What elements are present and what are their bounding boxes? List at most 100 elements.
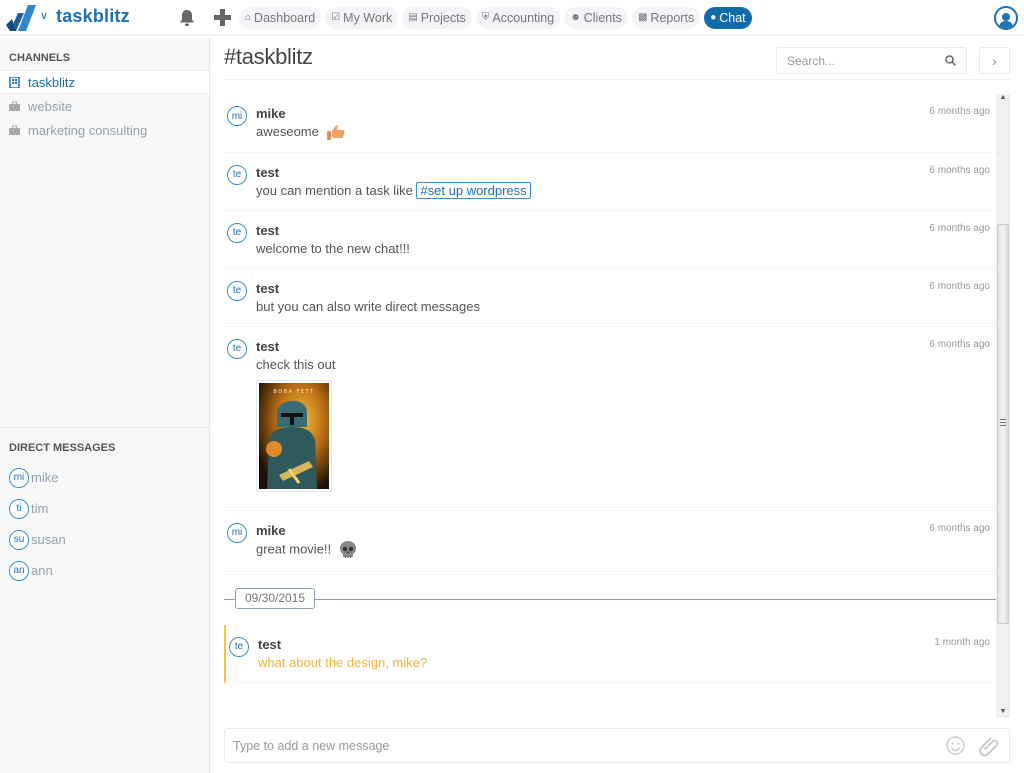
briefcase-icon xyxy=(9,125,20,135)
message-item: te test welcome to the new chat!!! 6 mon… xyxy=(224,211,996,269)
message-author[interactable]: test xyxy=(256,221,996,240)
message-author[interactable]: mike xyxy=(256,521,996,540)
channel-item-taskblitz[interactable]: taskblitz xyxy=(0,70,209,94)
message-composer-input[interactable]: Type to add a new message xyxy=(224,728,1010,763)
message-author[interactable]: test xyxy=(258,635,996,654)
channel-item-website[interactable]: website xyxy=(0,94,209,118)
message-author[interactable]: mike xyxy=(256,104,996,123)
message-item: mi mike aweseome 6 months ago xyxy=(224,94,996,153)
message-text: check this out xyxy=(256,356,336,372)
poster-title: BOBA FETT xyxy=(273,389,314,395)
avatar: te xyxy=(227,164,247,185)
message-text: welcome to the new chat!!! xyxy=(256,240,410,256)
user-icon xyxy=(999,13,1013,28)
channel-list: taskblitz website marketing consulting xyxy=(0,70,209,142)
message-time: 6 months ago xyxy=(929,222,990,234)
title-divider xyxy=(224,79,1010,80)
message-text: you can mention a task like #set up word… xyxy=(256,181,996,200)
direct-message-list: mi mike ti tim su susan an ann xyxy=(9,462,66,586)
boba-fett-poster-image: BOBA FETT xyxy=(259,382,329,489)
bar-chart-icon: ▩ xyxy=(637,12,648,23)
brand-name[interactable]: taskblitz xyxy=(56,6,130,27)
avatar: te xyxy=(227,222,247,243)
sidebar-divider xyxy=(0,427,209,428)
scrollbar-thumb[interactable] xyxy=(997,224,1009,624)
message-text: great movie!! xyxy=(256,540,996,560)
message-text: what about the design, mike? xyxy=(258,654,428,670)
avatar: an xyxy=(9,560,29,581)
avatar: mi xyxy=(9,467,29,488)
nav-dashboard[interactable]: ⌂ Dashboard xyxy=(239,7,322,29)
nav-projects[interactable]: ▤ Projects xyxy=(402,7,472,29)
message-time: 6 months ago xyxy=(929,280,990,292)
plus-icon[interactable] xyxy=(214,9,231,26)
message-item: te test but you can also write direct me… xyxy=(224,269,996,327)
avatar: mi xyxy=(227,522,247,543)
dm-item-mike[interactable]: mi mike xyxy=(9,462,66,493)
message-item: mi mike great movie!! 6 months ago xyxy=(224,511,996,575)
checkbox-icon: ☑ xyxy=(331,12,341,23)
building-icon xyxy=(9,76,20,88)
dm-item-ann[interactable]: an ann xyxy=(9,555,66,586)
image-attachment[interactable]: BOBA FETT xyxy=(256,379,332,492)
paperclip-icon[interactable] xyxy=(979,735,1001,757)
user-profile-button[interactable] xyxy=(994,6,1018,30)
composer-placeholder: Type to add a new message xyxy=(233,738,390,753)
users-icon: ☻ xyxy=(570,12,581,23)
channel-item-marketing-consulting[interactable]: marketing consulting xyxy=(0,118,209,142)
message-list-scrollbar[interactable]: ▲ ▼ xyxy=(996,94,1010,718)
message-time: 6 months ago xyxy=(929,522,990,534)
message-item-new: te test what about the design, mike? 1 m… xyxy=(224,624,996,683)
avatar: te xyxy=(227,338,247,359)
skull-emoji-icon xyxy=(339,540,356,558)
briefcase-icon xyxy=(9,101,20,111)
message-item: te test you can mention a task like #set… xyxy=(224,153,996,211)
message-time: 6 months ago xyxy=(929,338,990,350)
sidebar: CHANNELS taskblitz website marketing con… xyxy=(0,38,210,773)
chat-icon: ● xyxy=(710,12,717,23)
task-mention-link[interactable]: #set up wordpress xyxy=(416,181,531,199)
search-placeholder: Search... xyxy=(787,53,836,68)
bell-icon[interactable] xyxy=(179,9,195,27)
briefcase-icon: ▤ xyxy=(408,12,418,23)
emoji-picker-icon[interactable] xyxy=(946,736,965,755)
avatar: te xyxy=(229,636,249,657)
scroll-down-arrow-icon[interactable]: ▼ xyxy=(999,708,1007,716)
message-list[interactable]: mi mike aweseome 6 months ago te test yo… xyxy=(224,94,996,708)
brand-dropdown-chevron-icon[interactable]: ∨ xyxy=(40,9,48,22)
search-input[interactable]: Search... xyxy=(776,47,967,74)
nav-my-work[interactable]: ☑ My Work xyxy=(325,7,399,29)
channel-title: #taskblitz xyxy=(224,44,313,69)
chevron-right-icon: › xyxy=(992,52,997,69)
dm-item-susan[interactable]: su susan xyxy=(9,524,66,555)
message-text: but you can also write direct messages xyxy=(256,298,480,314)
date-separator: 09/30/2015 xyxy=(224,583,996,617)
message-author[interactable]: test xyxy=(256,163,996,182)
thumbs-up-emoji-icon xyxy=(326,124,345,140)
direct-messages-heading: DIRECT MESSAGES xyxy=(9,442,116,454)
message-time: 6 months ago xyxy=(929,106,990,117)
toggle-panel-button[interactable]: › xyxy=(979,47,1010,74)
nav-clients[interactable]: ☻ Clients xyxy=(564,7,628,29)
main-nav: ⌂ Dashboard ☑ My Work ▤ Projects ⛨ Accou… xyxy=(239,7,752,29)
scrollbar-grip-icon xyxy=(1000,419,1006,427)
top-navbar: ∨ taskblitz ⌂ Dashboard ☑ My Work ▤ Proj… xyxy=(0,0,1024,36)
avatar: te xyxy=(227,280,247,301)
home-icon: ⌂ xyxy=(245,12,252,23)
search-icon[interactable] xyxy=(945,55,956,66)
message-author[interactable]: test xyxy=(256,337,996,356)
date-separator-label: 09/30/2015 xyxy=(235,587,316,609)
message-text: aweseome xyxy=(256,123,996,142)
nav-chat[interactable]: ● Chat xyxy=(704,7,752,29)
taskblitz-logo-icon[interactable] xyxy=(6,5,36,31)
scroll-up-arrow-icon[interactable]: ▲ xyxy=(999,94,1007,102)
message-author[interactable]: test xyxy=(256,279,996,298)
nav-accounting[interactable]: ⛨ Accounting xyxy=(475,7,561,29)
channels-heading: CHANNELS xyxy=(9,52,71,64)
nav-reports[interactable]: ▩ Reports xyxy=(631,7,701,29)
shield-icon: ⛨ xyxy=(481,12,490,23)
chat-main: #taskblitz Search... › mi mike aweseome … xyxy=(211,38,1024,773)
avatar: su xyxy=(9,529,29,550)
dm-item-tim[interactable]: ti tim xyxy=(9,493,66,524)
message-time: 6 months ago xyxy=(929,164,990,176)
